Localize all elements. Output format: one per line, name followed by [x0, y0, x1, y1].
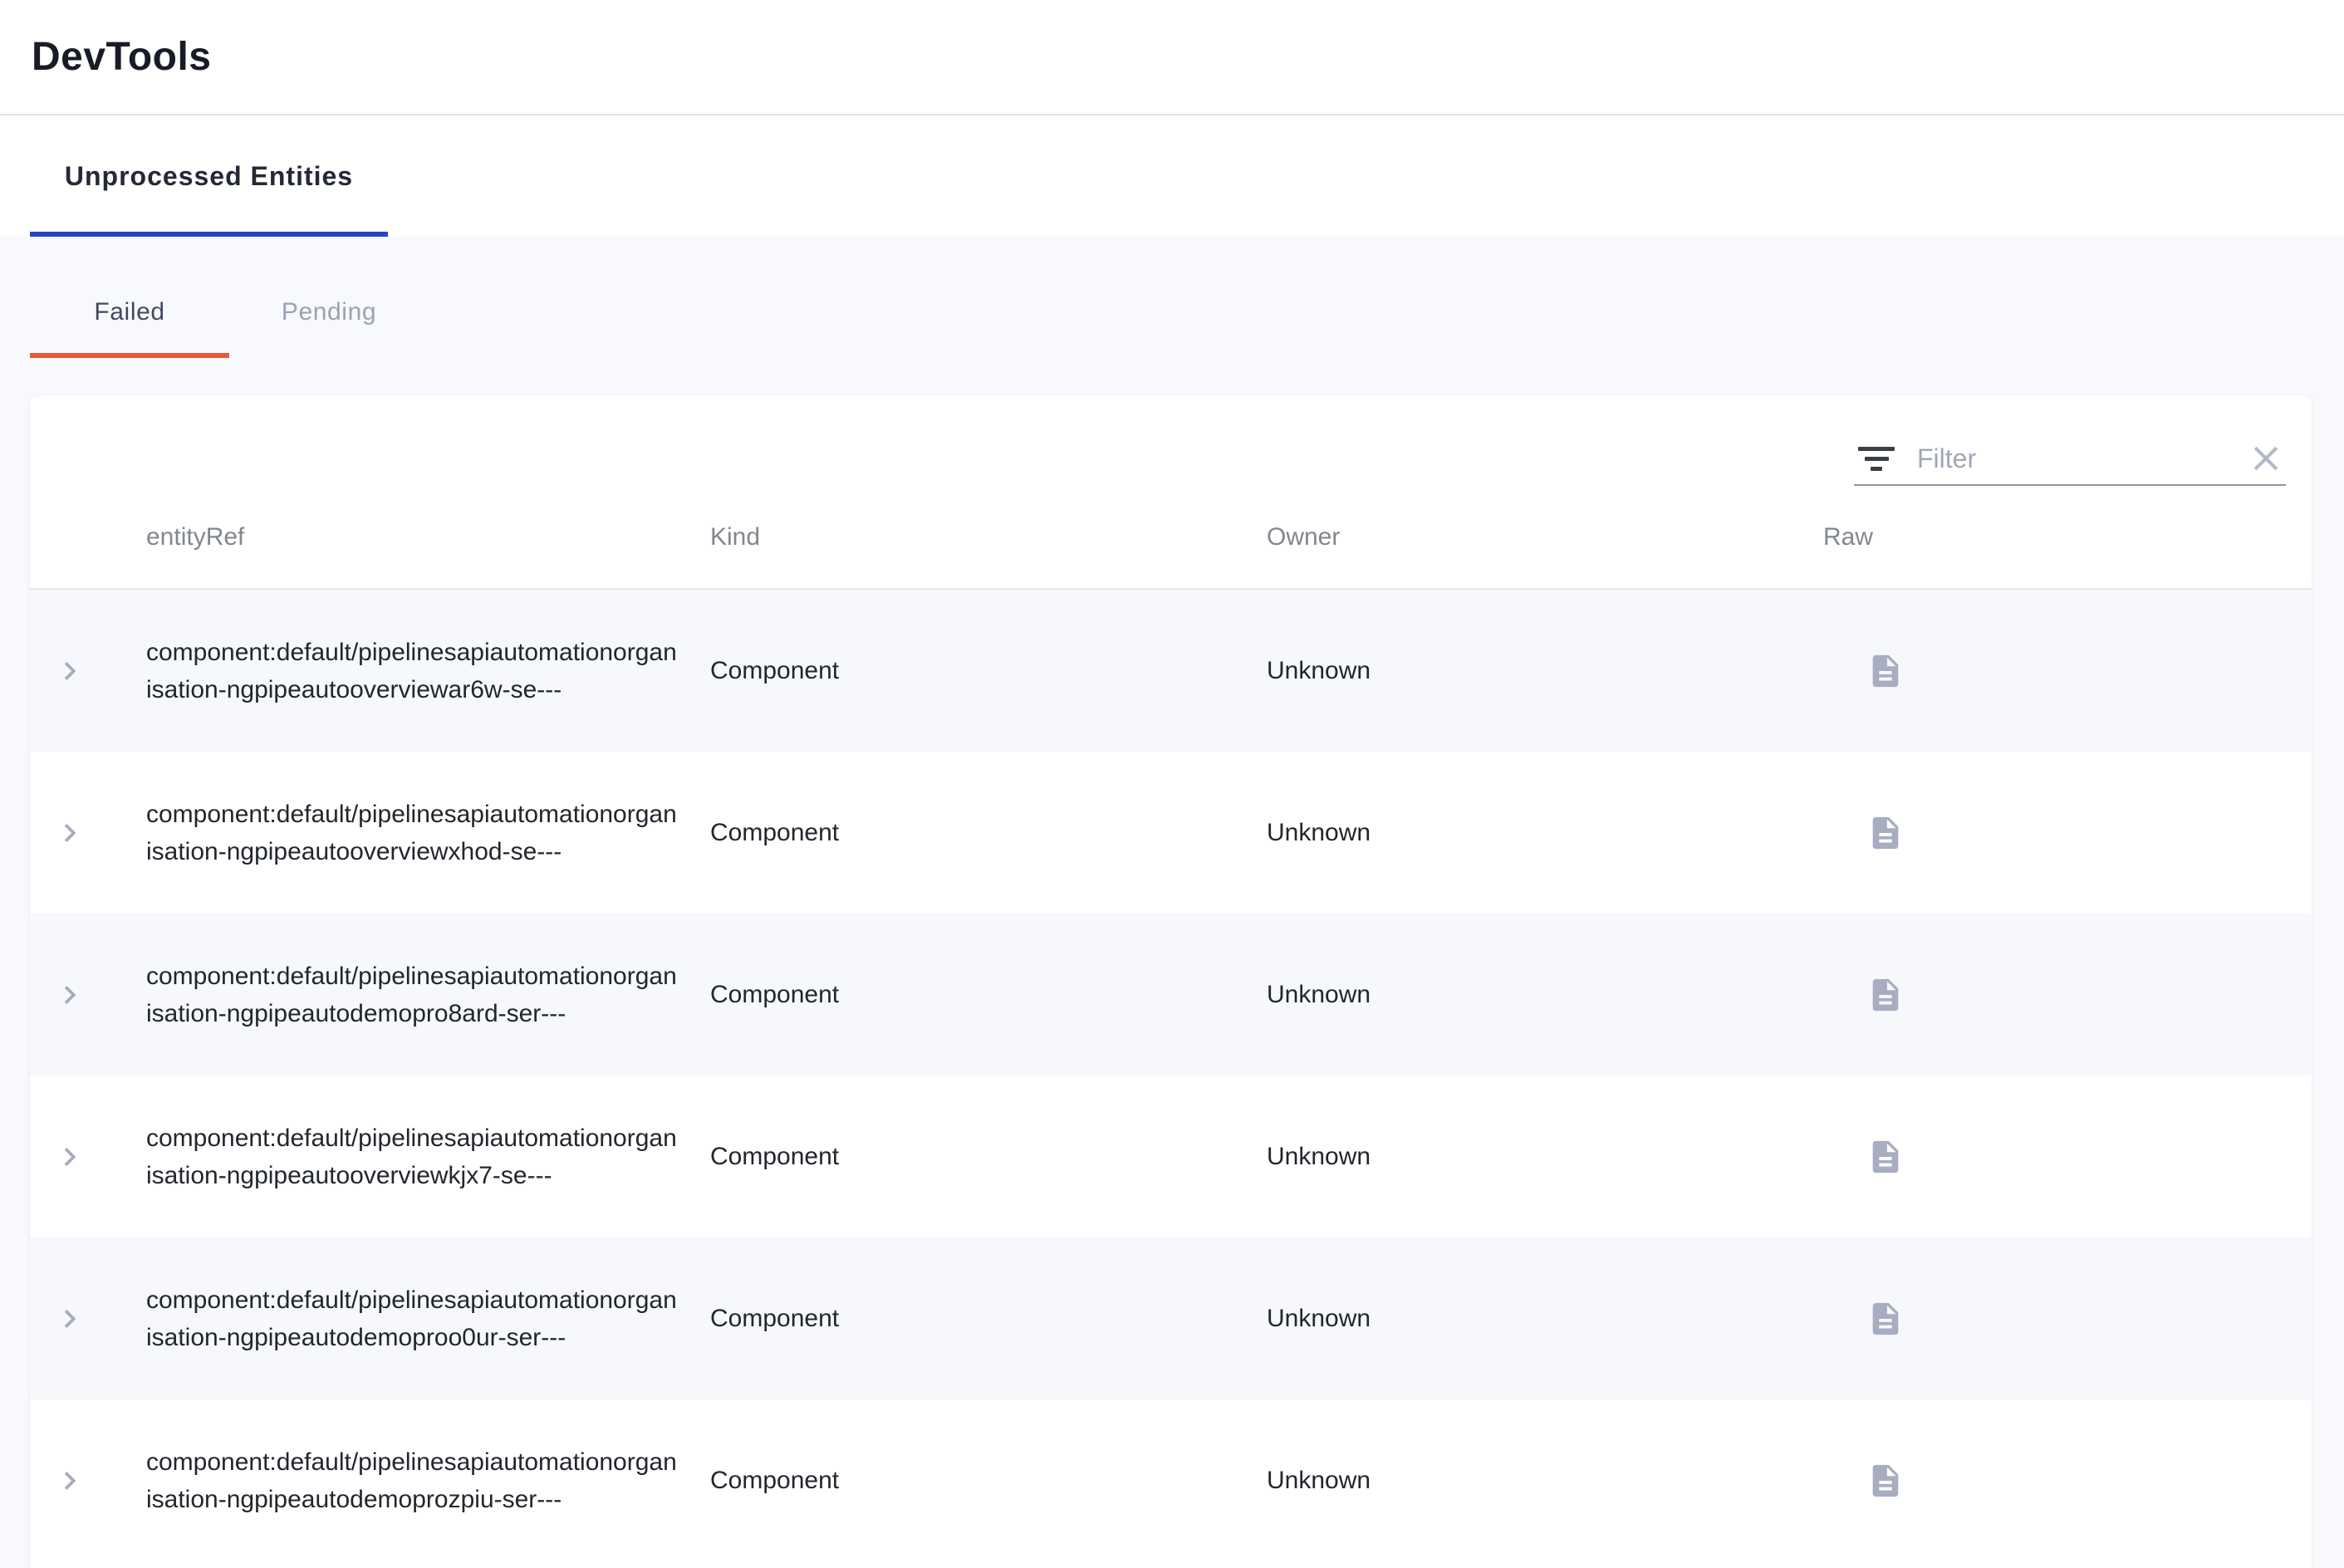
document-icon — [1866, 1300, 1905, 1338]
expand-row-button[interactable] — [48, 1135, 91, 1178]
document-icon — [1866, 976, 1905, 1014]
secondary-tab-indicator — [30, 353, 229, 358]
filter-field — [1854, 433, 2286, 486]
owner-cell: Unknown — [1267, 1305, 1823, 1333]
kind-cell: Component — [710, 1467, 1267, 1495]
app-header: DevTools — [0, 0, 2344, 115]
owner-cell: Unknown — [1267, 981, 1823, 1009]
secondary-tab-label: Pending — [282, 298, 376, 326]
table-row: component:default/pipelinesapiautomation… — [30, 1076, 2312, 1237]
unprocessed-entities-card: entityRef Kind Owner Raw component:defau… — [30, 396, 2312, 1568]
secondary-tab-label: Failed — [94, 298, 164, 326]
kind-cell: Component — [710, 819, 1267, 847]
entityref-cell: component:default/pipelinesapiautomation… — [146, 958, 682, 1032]
filter-input[interactable] — [1917, 443, 2246, 474]
owner-cell: Unknown — [1267, 819, 1823, 847]
kind-cell: Component — [710, 1143, 1267, 1171]
page-content: Failed Pending entityRef — [0, 237, 2344, 1568]
tab-failed[interactable]: Failed — [30, 267, 229, 358]
entityref-cell: component:default/pipelinesapiautomation… — [146, 796, 682, 870]
expand-row-button[interactable] — [48, 1297, 91, 1340]
tab-pending[interactable]: Pending — [229, 267, 429, 358]
expand-row-button[interactable] — [48, 649, 91, 693]
chevron-right-icon — [51, 815, 88, 851]
expand-row-button[interactable] — [48, 811, 91, 855]
table-header-row: entityRef Kind Owner Raw — [30, 486, 2312, 590]
page-title: DevTools — [32, 34, 211, 80]
chevron-right-icon — [51, 1301, 88, 1337]
view-raw-button[interactable] — [1863, 649, 1908, 693]
owner-cell: Unknown — [1267, 1143, 1823, 1171]
primary-tab-bar: Unprocessed Entities — [0, 115, 2344, 237]
kind-cell: Component — [710, 657, 1267, 685]
view-raw-button[interactable] — [1863, 973, 1908, 1017]
owner-cell: Unknown — [1267, 1467, 1823, 1495]
view-raw-button[interactable] — [1863, 811, 1908, 855]
primary-tab-label: Unprocessed Entities — [65, 161, 353, 192]
table-row: component:default/pipelinesapiautomation… — [30, 1399, 2312, 1561]
table-row: component:default/pipelinesapiautomation… — [30, 914, 2312, 1076]
view-raw-button[interactable] — [1863, 1134, 1908, 1179]
table-body: component:default/pipelinesapiautomation… — [30, 590, 2312, 1561]
entityref-cell: component:default/pipelinesapiautomation… — [146, 1120, 682, 1194]
document-icon — [1866, 652, 1905, 690]
entityref-cell: component:default/pipelinesapiautomation… — [146, 1443, 682, 1518]
entityref-cell: component:default/pipelinesapiautomation… — [146, 634, 682, 708]
chevron-right-icon — [51, 1463, 88, 1499]
table-row: component:default/pipelinesapiautomation… — [30, 752, 2312, 914]
primary-tab-indicator — [30, 232, 388, 237]
view-raw-button[interactable] — [1863, 1458, 1908, 1503]
filter-row — [30, 396, 2312, 486]
chevron-right-icon — [51, 653, 88, 689]
column-header-kind: Kind — [710, 523, 1267, 551]
close-icon — [2248, 440, 2284, 477]
kind-cell: Component — [710, 981, 1267, 1009]
tab-unprocessed-entities[interactable]: Unprocessed Entities — [30, 115, 388, 237]
view-raw-button[interactable] — [1863, 1296, 1908, 1341]
owner-cell: Unknown — [1267, 657, 1823, 685]
column-header-entityref: entityRef — [146, 523, 710, 551]
chevron-right-icon — [51, 977, 88, 1013]
document-icon — [1866, 814, 1905, 852]
filter-list-icon — [1857, 442, 1895, 475]
document-icon — [1866, 1462, 1905, 1500]
clear-filter-button[interactable] — [2246, 439, 2286, 478]
table-row: component:default/pipelinesapiautomation… — [30, 1237, 2312, 1399]
expand-row-button[interactable] — [48, 973, 91, 1017]
column-header-raw: Raw — [1823, 523, 2312, 551]
expand-row-button[interactable] — [48, 1459, 91, 1502]
table-row: component:default/pipelinesapiautomation… — [30, 590, 2312, 752]
chevron-right-icon — [51, 1139, 88, 1175]
document-icon — [1866, 1138, 1905, 1176]
entityref-cell: component:default/pipelinesapiautomation… — [146, 1281, 682, 1356]
column-header-owner: Owner — [1267, 523, 1823, 551]
kind-cell: Component — [710, 1305, 1267, 1333]
secondary-tab-bar: Failed Pending — [30, 237, 2344, 358]
